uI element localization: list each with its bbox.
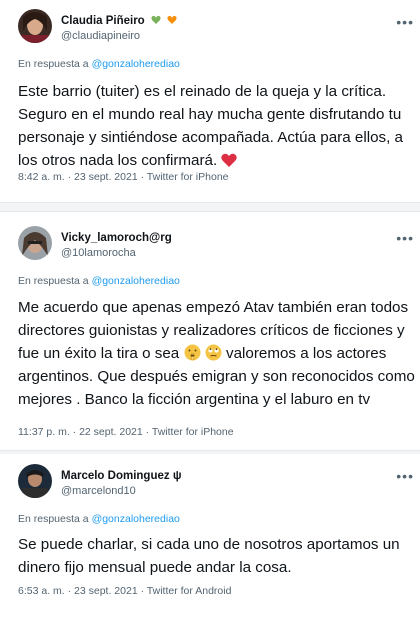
author-name-text: Claudia Piñeiro xyxy=(61,15,145,27)
avatar[interactable] xyxy=(18,9,52,43)
tweet-card[interactable]: Vicky_lamoroch@rg @10lamorocha ••• En re… xyxy=(0,212,420,452)
green-heart-icon xyxy=(151,15,161,24)
reply-mention-link[interactable]: @gonzaloherediao xyxy=(92,58,180,70)
author-name[interactable]: Marcelo Dominguez ψ xyxy=(61,470,182,482)
tweet-divider xyxy=(0,202,420,212)
reply-mention-link[interactable]: @gonzaloherediao xyxy=(92,275,180,287)
tweet-text-content: Este barrio (tuiter) es el reinado de la… xyxy=(18,83,404,169)
reply-prefix: En respuesta a xyxy=(18,275,89,287)
avatar[interactable] xyxy=(18,226,52,260)
tweet-text: Este barrio (tuiter) es el reinado de la… xyxy=(18,80,418,172)
more-options-icon[interactable]: ••• xyxy=(396,469,414,483)
orange-heart-icon xyxy=(167,15,177,24)
author-handle[interactable]: @marcelond10 xyxy=(61,485,136,497)
tweet-text: Me acuerdo que apenas empezó Atav tambié… xyxy=(18,296,418,411)
shushing-face-icon xyxy=(184,344,200,361)
tweet-timestamp[interactable]: 8:42 a. m. · 23 sept. 2021 · Twitter for… xyxy=(18,171,229,183)
avatar-image-icon xyxy=(18,9,52,43)
author-name[interactable]: Claudia Piñeiro xyxy=(61,15,177,27)
reply-context: En respuesta a @gonzaloherediao xyxy=(18,58,180,70)
tweet-card[interactable]: Marcelo Dominguez ψ @marcelond10 ••• En … xyxy=(0,454,420,630)
author-handle[interactable]: @claudiapineiro xyxy=(61,30,140,42)
reply-context: En respuesta a @gonzaloherediao xyxy=(18,513,180,525)
tweet-card[interactable]: Claudia Piñeiro @claudiapineiro ••• En r… xyxy=(0,0,420,202)
more-options-icon[interactable]: ••• xyxy=(396,15,414,29)
author-handle[interactable]: @10lamorocha xyxy=(61,247,136,259)
reply-mention-link[interactable]: @gonzaloherediao xyxy=(92,513,180,525)
author-name[interactable]: Vicky_lamoroch@rg xyxy=(61,232,172,244)
reply-prefix: En respuesta a xyxy=(18,58,89,70)
reply-context: En respuesta a @gonzaloherediao xyxy=(18,275,180,287)
reply-prefix: En respuesta a xyxy=(18,513,89,525)
face-with-rolling-eyes-icon xyxy=(205,344,222,361)
tweet-timestamp[interactable]: 11:37 p. m. · 22 sept. 2021 · Twitter fo… xyxy=(18,426,234,438)
tweet-text: Se puede charlar, si cada uno de nosotro… xyxy=(18,536,400,576)
avatar-image-icon xyxy=(18,226,52,260)
red-heart-icon xyxy=(221,153,238,167)
avatar-image-icon xyxy=(18,464,52,498)
tweet-timestamp[interactable]: 6:53 a. m. · 23 sept. 2021 · Twitter for… xyxy=(18,585,231,597)
avatar[interactable] xyxy=(18,464,52,498)
more-options-icon[interactable]: ••• xyxy=(396,231,414,245)
